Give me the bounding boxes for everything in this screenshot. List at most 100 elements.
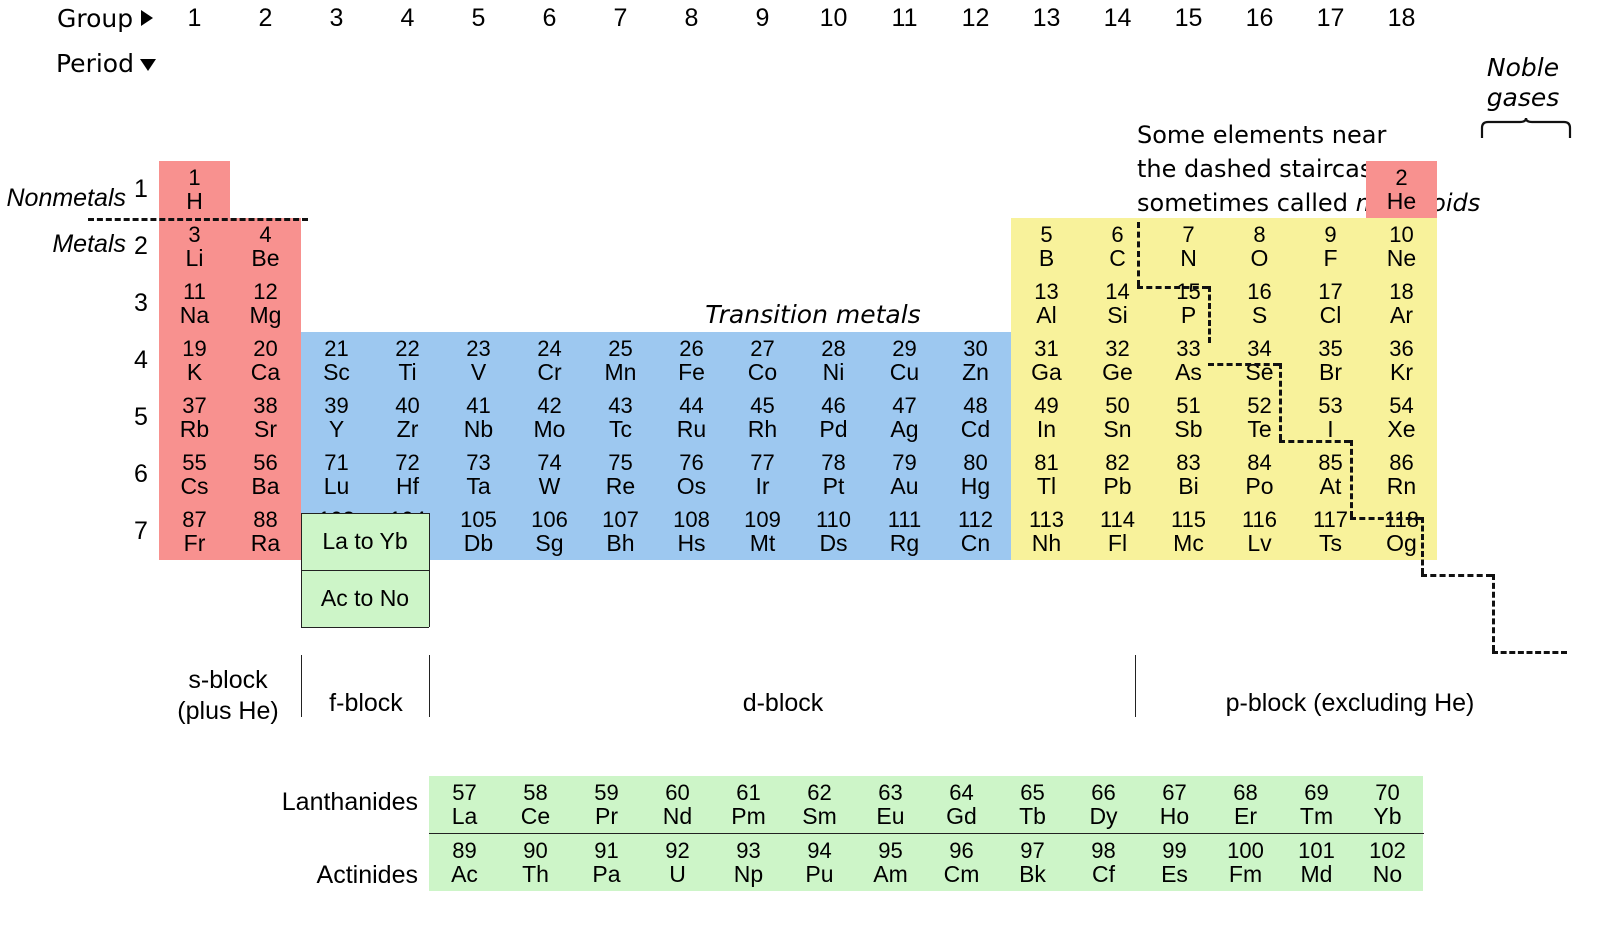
element-cell-Ce[interactable]: 58 Ce (500, 776, 571, 833)
element-cell-Ni[interactable]: 28 Ni (798, 332, 869, 389)
element-cell-Nb[interactable]: 41 Nb (443, 389, 514, 446)
element-cell-Ts[interactable]: 117 Ts (1295, 503, 1366, 560)
element-cell-Th[interactable]: 90 Th (500, 834, 571, 891)
element-cell-Ti[interactable]: 22 Ti (372, 332, 443, 389)
element-cell-Be[interactable]: 4 Be (230, 218, 301, 275)
element-cell-Rh[interactable]: 45 Rh (727, 389, 798, 446)
element-cell-Cs[interactable]: 55 Cs (159, 446, 230, 503)
element-cell-Ta[interactable]: 73 Ta (443, 446, 514, 503)
element-cell-Ge[interactable]: 32 Ge (1082, 332, 1153, 389)
element-cell-Er[interactable]: 68 Er (1210, 776, 1281, 833)
element-cell-Zr[interactable]: 40 Zr (372, 389, 443, 446)
element-cell-Pa[interactable]: 91 Pa (571, 834, 642, 891)
element-cell-B[interactable]: 5B (1011, 218, 1082, 275)
element-cell-Pt[interactable]: 78 Pt (798, 446, 869, 503)
element-cell-Sg[interactable]: 106 Sg (514, 503, 585, 560)
element-cell-Og[interactable]: 118 Og (1366, 503, 1437, 560)
element-cell-Sm[interactable]: 62 Sm (784, 776, 855, 833)
element-cell-Cn[interactable]: 112 Cn (940, 503, 1011, 560)
element-cell-C[interactable]: 6C (1082, 218, 1153, 275)
element-cell-Os[interactable]: 76 Os (656, 446, 727, 503)
element-cell-Tl[interactable]: 81 Tl (1011, 446, 1082, 503)
element-cell-Pr[interactable]: 59 Pr (571, 776, 642, 833)
element-cell-Hs[interactable]: 108 Hs (656, 503, 727, 560)
element-cell-S[interactable]: 16 S (1224, 275, 1295, 332)
element-cell-Nh[interactable]: 113 Nh (1011, 503, 1082, 560)
element-cell-Hf[interactable]: 72 Hf (372, 446, 443, 503)
element-cell-At[interactable]: 85 At (1295, 446, 1366, 503)
element-cell-Co[interactable]: 27 Co (727, 332, 798, 389)
element-cell-La[interactable]: 57 La (429, 776, 500, 833)
element-cell-Eu[interactable]: 63 Eu (855, 776, 926, 833)
element-cell-Fm[interactable]: 100 Fm (1210, 834, 1281, 891)
element-cell-Cu[interactable]: 29 Cu (869, 332, 940, 389)
element-cell-Lv[interactable]: 116 Lv (1224, 503, 1295, 560)
element-cell-Xe[interactable]: 54 Xe (1366, 389, 1437, 446)
element-cell-Nd[interactable]: 60 Nd (642, 776, 713, 833)
element-cell-Fl[interactable]: 114 Fl (1082, 503, 1153, 560)
element-cell-Ho[interactable]: 67 Ho (1139, 776, 1210, 833)
element-cell-Fe[interactable]: 26 Fe (656, 332, 727, 389)
element-cell-Re[interactable]: 75 Re (585, 446, 656, 503)
element-cell-Pd[interactable]: 46 Pd (798, 389, 869, 446)
la-to-yb-cell[interactable]: La to Yb (301, 513, 429, 570)
element-cell-Cr[interactable]: 24 Cr (514, 332, 585, 389)
element-cell-Fr[interactable]: 87 Fr (159, 503, 230, 560)
element-cell-Tm[interactable]: 69 Tm (1281, 776, 1352, 833)
element-cell-Ar[interactable]: 18 Ar (1366, 275, 1437, 332)
element-cell-Bk[interactable]: 97 Bk (997, 834, 1068, 891)
element-cell-Lu[interactable]: 71 Lu (301, 446, 372, 503)
element-cell-Cf[interactable]: 98 Cf (1068, 834, 1139, 891)
element-cell-Te[interactable]: 52 Te (1224, 389, 1295, 446)
element-cell-Tc[interactable]: 43 Tc (585, 389, 656, 446)
element-cell-Rn[interactable]: 86 Rn (1366, 446, 1437, 503)
element-cell-F[interactable]: 9F (1295, 218, 1366, 275)
element-cell-Ru[interactable]: 44 Ru (656, 389, 727, 446)
element-cell-Ra[interactable]: 88 Ra (230, 503, 301, 560)
element-cell-Rb[interactable]: 37 Rb (159, 389, 230, 446)
ac-to-no-cell[interactable]: Ac to No (301, 570, 429, 627)
element-cell-K[interactable]: 19 K (159, 332, 230, 389)
element-cell-Ir[interactable]: 77 Ir (727, 446, 798, 503)
element-cell-Po[interactable]: 84 Po (1224, 446, 1295, 503)
element-cell-Ca[interactable]: 20 Ca (230, 332, 301, 389)
element-cell-P[interactable]: 15 P (1153, 275, 1224, 332)
element-cell-Tb[interactable]: 65 Tb (997, 776, 1068, 833)
element-cell-Mn[interactable]: 25 Mn (585, 332, 656, 389)
element-cell-Am[interactable]: 95 Am (855, 834, 926, 891)
element-cell-Bh[interactable]: 107 Bh (585, 503, 656, 560)
element-cell-Rg[interactable]: 111 Rg (869, 503, 940, 560)
element-cell-Ac[interactable]: 89 Ac (429, 834, 500, 891)
element-cell-Dy[interactable]: 66 Dy (1068, 776, 1139, 833)
element-cell-Ne[interactable]: 10 Ne (1366, 218, 1437, 275)
element-cell-Au[interactable]: 79 Au (869, 446, 940, 503)
element-cell-Kr[interactable]: 36 Kr (1366, 332, 1437, 389)
element-cell-Ba[interactable]: 56 Ba (230, 446, 301, 503)
element-cell-In[interactable]: 49 In (1011, 389, 1082, 446)
element-cell-H[interactable]: 1H (159, 161, 230, 218)
element-cell-Hg[interactable]: 80 Hg (940, 446, 1011, 503)
element-cell-Cm[interactable]: 96 Cm (926, 834, 997, 891)
element-cell-N[interactable]: 7N (1153, 218, 1224, 275)
element-cell-Sn[interactable]: 50 Sn (1082, 389, 1153, 446)
element-cell-V[interactable]: 23 V (443, 332, 514, 389)
element-cell-He[interactable]: 2 He (1366, 161, 1437, 218)
element-cell-Y[interactable]: 39 Y (301, 389, 372, 446)
element-cell-Mt[interactable]: 109 Mt (727, 503, 798, 560)
element-cell-Yb[interactable]: 70 Yb (1352, 776, 1423, 833)
element-cell-U[interactable]: 92 U (642, 834, 713, 891)
element-cell-Cl[interactable]: 17 Cl (1295, 275, 1366, 332)
element-cell-Br[interactable]: 35 Br (1295, 332, 1366, 389)
element-cell-No[interactable]: 102 No (1352, 834, 1423, 891)
element-cell-Bi[interactable]: 83 Bi (1153, 446, 1224, 503)
element-cell-Cd[interactable]: 48 Cd (940, 389, 1011, 446)
element-cell-Na[interactable]: 11 Na (159, 275, 230, 332)
element-cell-Se[interactable]: 34 Se (1224, 332, 1295, 389)
element-cell-Ds[interactable]: 110 Ds (798, 503, 869, 560)
element-cell-Mg[interactable]: 12 Mg (230, 275, 301, 332)
element-cell-Zn[interactable]: 30 Zn (940, 332, 1011, 389)
element-cell-Np[interactable]: 93 Np (713, 834, 784, 891)
element-cell-As[interactable]: 33 As (1153, 332, 1224, 389)
element-cell-Mo[interactable]: 42 Mo (514, 389, 585, 446)
element-cell-Ag[interactable]: 47 Ag (869, 389, 940, 446)
